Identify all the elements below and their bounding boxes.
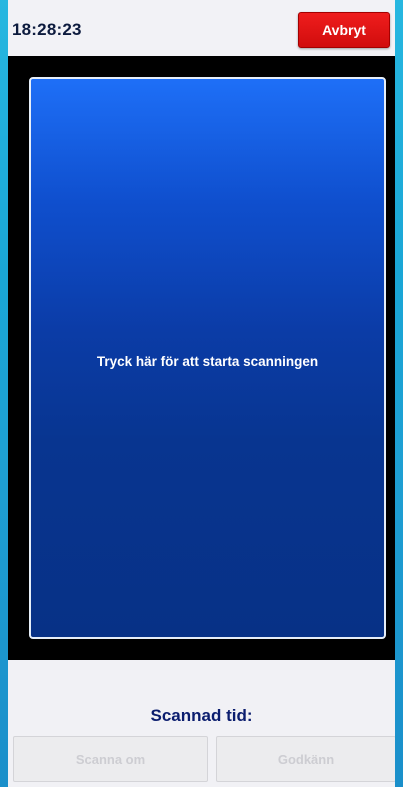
approve-button[interactable]: Godkänn xyxy=(216,736,395,782)
scan-start-area[interactable]: Tryck här för att starta scanningen xyxy=(29,77,386,639)
rescan-button[interactable]: Scanna om xyxy=(13,736,208,782)
header-bar: 18:28:23 Avbryt xyxy=(8,0,395,56)
scanned-time-label: Scannad tid: xyxy=(150,706,253,725)
scan-instruction-text: Tryck här för att starta scanningen xyxy=(96,354,319,369)
cancel-button[interactable]: Avbryt xyxy=(298,12,390,48)
clock-display: 18:28:23 xyxy=(12,20,82,39)
app-window: 18:28:23 Avbryt Tryck här för att starta… xyxy=(8,0,395,787)
